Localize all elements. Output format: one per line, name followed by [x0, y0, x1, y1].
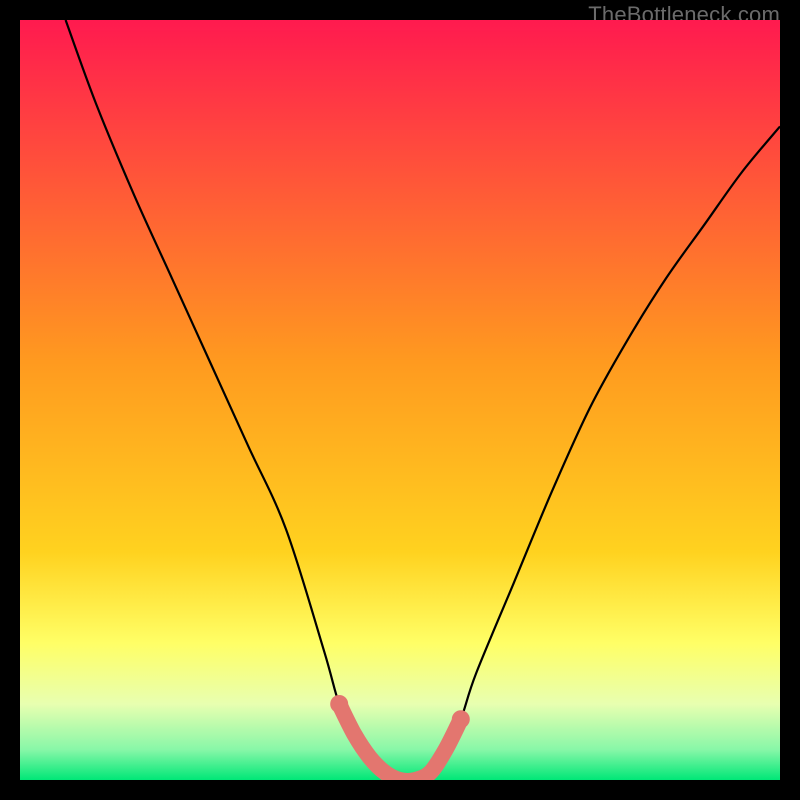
bottleneck-chart	[20, 20, 780, 780]
gradient-background	[20, 20, 780, 780]
chart-frame	[20, 20, 780, 780]
highlight-dot	[452, 710, 470, 728]
highlight-dot	[330, 695, 348, 713]
